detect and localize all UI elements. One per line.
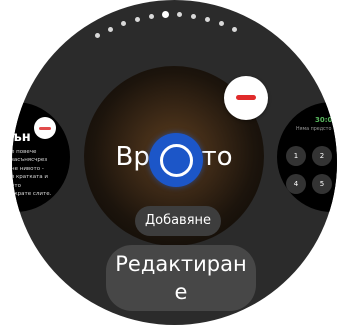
add-tile-button[interactable]: Добавяне [135, 206, 221, 236]
page-dot [135, 17, 140, 22]
page-dot [108, 27, 113, 32]
dial-key[interactable]: 1 [286, 146, 306, 166]
minus-icon [236, 95, 256, 100]
tile-right-subtitle: Няма предсто [296, 127, 332, 132]
page-dot-active [162, 11, 169, 18]
edit-tiles-label: Редактиране [115, 252, 247, 304]
dial-key[interactable]: 4 [286, 174, 306, 194]
page-dot [191, 14, 196, 19]
page-dot [232, 27, 237, 32]
tile-left-line: в кратката и [12, 174, 48, 181]
tile-left-title: ън [12, 130, 31, 145]
ring-icon [160, 144, 193, 177]
tile-right-time: 30:0 [315, 116, 333, 124]
focus-cursor [149, 133, 203, 187]
minus-icon [39, 126, 51, 130]
dial-key[interactable]: 2 [312, 146, 332, 166]
tile-left-line: ократе слите. [12, 191, 52, 198]
remove-center-tile-button[interactable] [224, 76, 268, 120]
page-dot [121, 21, 126, 26]
tile-left-line: засънясчрез [12, 157, 48, 164]
tile-left-body: е повече засънясчрез не нивото - в кратк… [12, 148, 70, 198]
tile-right-dialer[interactable]: 30:0 Няма предсто 1 2 4 5 [277, 102, 337, 212]
page-dot [149, 14, 154, 19]
tile-left-line: ото [12, 182, 21, 189]
remove-left-tile-button[interactable] [34, 117, 56, 139]
tile-left-line: е повече [12, 149, 37, 155]
watch-face-carousel: ън е повече засънясчрез не нивото - в кр… [12, 0, 337, 325]
dial-key[interactable]: 5 [312, 174, 332, 194]
page-dot [177, 12, 182, 17]
tile-left-line: не нивото - [12, 165, 44, 172]
page-dot [205, 17, 210, 22]
page-dot [219, 21, 224, 26]
edit-tiles-button[interactable]: Редактиране [106, 245, 256, 311]
page-indicator [87, 11, 247, 41]
page-dot [95, 33, 100, 38]
